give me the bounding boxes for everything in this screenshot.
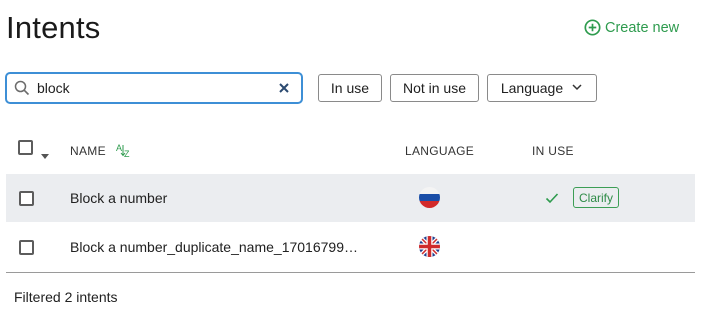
not-in-use-filter-button[interactable]: Not in use (390, 74, 479, 102)
status-badge: Clarify (573, 187, 620, 208)
select-all-checkbox[interactable] (18, 140, 33, 155)
filter-status-text: Filtered 2 intents (14, 289, 118, 305)
chevron-down-icon (571, 80, 583, 96)
language-filter-label: Language (500, 80, 564, 96)
in-use-filter-button[interactable]: In use (318, 74, 382, 102)
svg-text:A: A (116, 143, 122, 153)
create-new-button[interactable]: Create new (584, 19, 679, 36)
intent-name: Block a number_duplicate_name_17016799… (70, 239, 358, 255)
search-input[interactable] (37, 77, 267, 99)
column-header-in-use: IN USE (532, 144, 574, 158)
row-checkbox[interactable] (19, 191, 34, 206)
table-row[interactable]: Block a number Clarify (6, 174, 695, 222)
column-header-name: NAME (70, 144, 106, 158)
table-row[interactable]: Block a number_duplicate_name_17016799… (6, 223, 695, 271)
language-filter-dropdown[interactable]: Language (487, 74, 597, 102)
select-options-caret-icon[interactable] (40, 147, 50, 159)
row-checkbox[interactable] (19, 240, 34, 255)
clear-search-icon[interactable] (277, 81, 291, 95)
sort-az-icon[interactable]: A Z (115, 142, 133, 159)
column-header-language: LANGUAGE (405, 144, 475, 158)
plus-circle-icon (584, 19, 601, 36)
in-use-check-icon (545, 191, 559, 204)
search-box[interactable] (5, 72, 303, 104)
create-new-label: Create new (605, 19, 680, 36)
intent-name: Block a number (70, 190, 168, 206)
russia-flag-icon (419, 187, 440, 208)
search-icon (14, 80, 30, 96)
table-bottom-divider (6, 272, 695, 273)
page-title: Intents (6, 10, 101, 45)
uk-flag-icon (419, 236, 440, 257)
